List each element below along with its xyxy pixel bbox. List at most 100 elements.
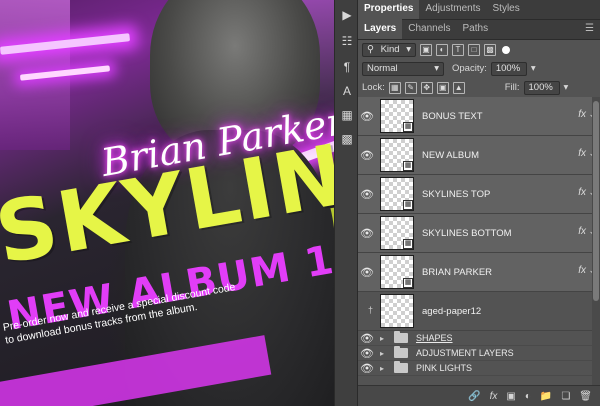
paragraph-icon[interactable]: ¶ xyxy=(337,58,357,76)
folder-icon xyxy=(394,361,408,373)
mask-icon[interactable]: ▣ xyxy=(506,391,515,402)
adjustment-icon[interactable]: ◐ xyxy=(525,391,531,402)
tab-channels[interactable]: Channels xyxy=(402,19,456,39)
fx-icon[interactable]: fx xyxy=(578,148,586,159)
link-icon[interactable]: 🔗 xyxy=(468,391,480,402)
new-layer-icon[interactable]: ❏ xyxy=(561,391,570,402)
tab-layers[interactable]: Layers xyxy=(358,19,403,39)
filter-toggle-icon[interactable] xyxy=(502,45,510,54)
type-filter-icon[interactable]: T xyxy=(452,43,464,56)
fill-label: Fill: xyxy=(504,82,520,93)
layer-name: SKYLINES BOTTOM xyxy=(422,227,512,239)
tab-styles[interactable]: Styles xyxy=(487,0,526,19)
group-row[interactable]: 👁 ▸ PINK LIGHTS xyxy=(358,361,600,376)
shape-filter-icon[interactable]: □ xyxy=(468,43,480,56)
layer-thumbnail: ▦ xyxy=(380,216,414,250)
history-icon[interactable]: ☷ xyxy=(337,32,357,50)
tab-adjustments[interactable]: Adjustments xyxy=(419,0,486,19)
lock-image-icon[interactable]: ✎ xyxy=(404,81,417,94)
adjustment-filter-icon[interactable]: ◐ xyxy=(436,43,448,56)
smart-object-icon: ▦ xyxy=(403,122,413,132)
smart-object-filter-icon[interactable]: ▩ xyxy=(484,43,496,56)
chevron-right-icon[interactable]: ▸ xyxy=(380,349,390,358)
visibility-eye-icon[interactable]: 👁 xyxy=(358,188,376,201)
fx-icon[interactable]: fx xyxy=(578,226,586,237)
chevron-down-icon: ▾ xyxy=(406,43,411,55)
group-row[interactable]: 👁 ▸ SHAPES xyxy=(358,331,600,346)
blend-mode-select[interactable]: Normal ▾ xyxy=(362,61,444,76)
lock-position-icon[interactable]: ✥ xyxy=(420,81,433,94)
group-name: PINK LIGHTS xyxy=(416,363,473,373)
layers-panel-group: Properties Adjustments Styles Layers Cha… xyxy=(358,0,600,406)
play-icon[interactable]: ▶ xyxy=(337,6,357,24)
smart-object-icon: ▦ xyxy=(403,161,413,171)
layer-row[interactable]: 👁 ▦ NEW ALBUM fx ⌄ xyxy=(358,136,600,175)
lock-row: Lock: ▦ ✎ ✥ ▣ ▲ Fill: 100% ▾ xyxy=(358,78,600,97)
folder-icon xyxy=(394,331,408,343)
layer-row[interactable]: 👁 ▦ BONUS TEXT fx ⌄ xyxy=(358,97,600,136)
layer-name: BRIAN PARKER xyxy=(422,266,493,278)
chevron-down-icon[interactable]: ▾ xyxy=(564,82,569,93)
lock-all-icon[interactable]: ▲ xyxy=(452,81,465,94)
blend-row: Normal ▾ Opacity: 100% ▾ xyxy=(358,59,600,78)
layer-row[interactable]: † aged-paper12 xyxy=(358,292,600,331)
smart-object-icon: ▦ xyxy=(403,200,413,210)
filter-row: ⚲ Kind ▾ ▣ ◐ T □ ▩ xyxy=(358,40,600,59)
visibility-eye-icon[interactable]: 👁 xyxy=(358,110,376,123)
group-name: ADJUSTMENT LAYERS xyxy=(416,348,514,358)
visibility-eye-icon[interactable]: 👁 xyxy=(358,332,376,345)
chevron-right-icon[interactable]: ▸ xyxy=(380,334,390,343)
tab-paths[interactable]: Paths xyxy=(457,19,495,39)
layer-thumbnail: ▦ xyxy=(380,255,414,289)
chevron-down-icon: ▾ xyxy=(434,62,439,74)
layer-row[interactable]: 👁 ▦ SKYLINES TOP fx ⌄ xyxy=(358,175,600,214)
scrollbar-thumb[interactable] xyxy=(593,101,599,301)
search-icon: ⚲ xyxy=(367,43,374,55)
tab-properties[interactable]: Properties xyxy=(358,0,420,19)
smart-object-icon: ▦ xyxy=(403,239,413,249)
visibility-eye-icon[interactable]: 👁 xyxy=(358,266,376,279)
folder-icon xyxy=(394,346,408,358)
layers-bottom-bar: 🔗 fx ▣ ◐ 📁 ❏ 🗑 xyxy=(358,385,600,406)
lock-artboard-icon[interactable]: ▣ xyxy=(436,81,449,94)
panel-menu-icon[interactable]: ☰ xyxy=(585,19,594,39)
fx-icon[interactable]: fx xyxy=(490,391,498,402)
group-row[interactable]: 👁 ▸ ADJUSTMENT LAYERS xyxy=(358,346,600,361)
layer-thumbnail: ▦ xyxy=(380,99,414,133)
visibility-eye-icon[interactable]: 👁 xyxy=(358,227,376,240)
layer-name: NEW ALBUM xyxy=(422,149,480,161)
layers-scrollbar[interactable] xyxy=(592,97,600,385)
filter-kind-select[interactable]: ⚲ Kind ▾ xyxy=(362,42,416,57)
fill-field[interactable]: 100% xyxy=(523,80,560,95)
opacity-value: 100% xyxy=(495,62,521,74)
chevron-down-icon[interactable]: ▾ xyxy=(531,63,536,74)
layer-row[interactable]: 👁 ▦ SKYLINES BOTTOM fx ⌄ xyxy=(358,214,600,253)
fx-icon[interactable]: fx xyxy=(578,109,586,120)
info-icon[interactable]: ▩ xyxy=(337,130,357,148)
visibility-eye-icon[interactable]: 👁 xyxy=(358,362,376,375)
visibility-eye-icon[interactable]: 👁 xyxy=(358,347,376,360)
folder-icon[interactable]: 📁 xyxy=(540,391,552,402)
layer-name: SKYLINES TOP xyxy=(422,188,491,200)
layer-row[interactable]: 👁 ▦ BRIAN PARKER fx ⌄ xyxy=(358,253,600,292)
chevron-right-icon[interactable]: ▸ xyxy=(380,364,390,373)
character-icon[interactable]: A xyxy=(337,82,357,100)
trash-icon[interactable]: 🗑 xyxy=(579,391,592,402)
pixel-filter-icon[interactable]: ▣ xyxy=(420,43,432,56)
layers-tab-row: Layers Channels Paths ☰ xyxy=(358,19,600,40)
layer-thumbnail: ▦ xyxy=(380,138,414,172)
fx-icon[interactable]: fx xyxy=(578,187,586,198)
smart-object-icon: ▦ xyxy=(403,278,413,288)
fx-icon[interactable]: fx xyxy=(578,265,586,276)
layer-name: BONUS TEXT xyxy=(422,110,483,122)
filter-kind-label: Kind xyxy=(380,43,400,55)
panel-dock-strip: ▶ ☷ ¶ A ▦ ▩ xyxy=(334,0,358,406)
opacity-label: Opacity: xyxy=(452,63,487,74)
lock-transparent-icon[interactable]: ▦ xyxy=(388,81,401,94)
styles-icon[interactable]: ▦ xyxy=(337,106,357,124)
lock-label: Lock: xyxy=(362,82,385,93)
visibility-eye-icon[interactable]: 👁 xyxy=(358,149,376,162)
document-canvas[interactable]: Brian Parker SKYLINE NEW ALBUM 11.03.17 … xyxy=(0,0,334,406)
layers-list: 👁 ▦ BONUS TEXT fx ⌄ 👁 ▦ NEW ALBUM fx ⌄ 👁… xyxy=(358,97,600,385)
opacity-field[interactable]: 100% xyxy=(490,61,527,76)
